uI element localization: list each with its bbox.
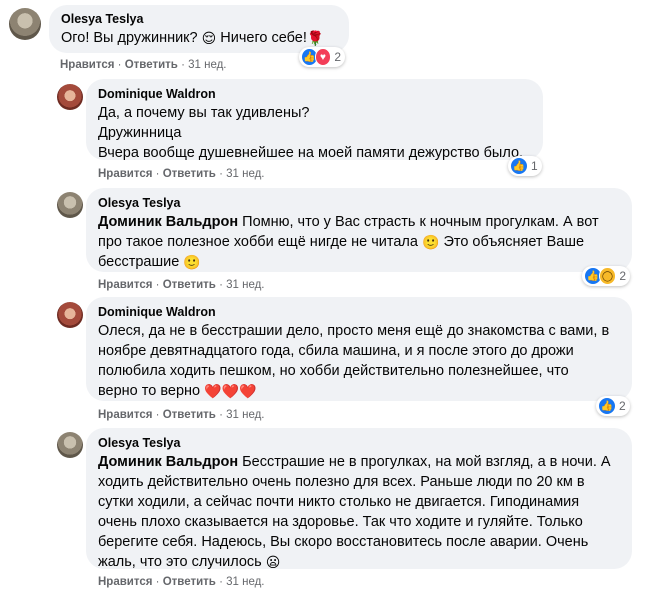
timestamp[interactable]: 31 нед. [226, 409, 264, 421]
like-icon: 👍 [510, 157, 528, 175]
comment-text-line: жаль, что это случилось 😦 [98, 552, 620, 572]
like-button[interactable]: Нравится [98, 576, 152, 588]
comment-text-line: Да, а почему вы так удивлены? [98, 105, 310, 121]
comment-text-line: берегите себя. Надеюсь, Вы скоро восстан… [98, 534, 589, 550]
like-icon: 👍 [598, 397, 616, 415]
separator: · [219, 168, 223, 180]
comment-bubble: Olesya Teslya Доминик Вальдрон Помню, чт… [86, 188, 632, 272]
timestamp[interactable]: 31 нед. [226, 279, 264, 291]
comment-text-part: про такое полезное хобби ещё нигде не чи… [98, 234, 418, 250]
comment-text-line: Доминик Вальдрон Помню, что у Вас страст… [98, 212, 620, 232]
timestamp[interactable]: 31 нед. [226, 576, 264, 588]
separator: · [155, 279, 160, 291]
reply-button[interactable]: Ответить [163, 409, 216, 421]
separator: · [219, 279, 223, 291]
mention-link[interactable]: Доминик Вальдрон [98, 454, 238, 470]
comment-actions: Нравится · Ответить · 31 нед. [98, 408, 265, 422]
comment-author[interactable]: Olesya Teslya [98, 435, 620, 452]
comment-text-line: ходить действительно очень полезно для в… [98, 474, 585, 490]
smile-emoji-icon: 🙂 [421, 234, 440, 250]
comment-text-line: Олеся, да не в бесстрашии дело, просто м… [98, 323, 610, 339]
comment-text-part: верно то верно [98, 383, 201, 399]
comment-author[interactable]: Dominique Waldron [98, 86, 531, 103]
comment-author[interactable]: Olesya Teslya [61, 11, 337, 28]
separator: · [155, 409, 160, 421]
reply-button[interactable]: Ответить [163, 576, 216, 588]
comment-text: Ого! Вы дружинник? 😌 Ничего себе!🌹 [61, 28, 337, 48]
reactions-summary[interactable]: 👍 1 [508, 156, 542, 176]
mention-link[interactable]: Доминик Вальдрон [98, 214, 238, 230]
like-button[interactable]: Нравится [98, 168, 152, 180]
rose-emoji-icon: 🌹 [306, 30, 325, 46]
comment-actions: Нравится · Ответить · 31 нед. [60, 58, 227, 72]
comment-text-part: Бесстрашие не в прогулках, на мой взгляд… [242, 454, 611, 470]
like-button[interactable]: Нравится [98, 409, 152, 421]
comment-actions: Нравится · Ответить · 31 нед. [98, 278, 265, 292]
reactions-summary[interactable]: 👍 ◯ 2 [582, 266, 630, 286]
comment-text-line: ноябре девятнадцатого года, сбила машина… [98, 343, 574, 359]
comment-text-part: Ого! Вы дружинник? [61, 30, 198, 46]
separator: · [155, 576, 160, 588]
love-icon: ♥ [314, 48, 332, 66]
comment-bubble: Olesya Teslya Доминик Вальдрон Бесстраши… [86, 428, 632, 572]
reactions-summary[interactable]: 👍 ♥ 2 [299, 47, 345, 67]
separator: · [155, 168, 160, 180]
like-button[interactable]: Нравится [60, 59, 114, 71]
comment-text-line: полюбила ходить пешком, но хобби действи… [98, 363, 569, 379]
heart-emoji-icon: ❤️❤️❤️ [204, 383, 257, 399]
frown-emoji-icon: 😦 [265, 554, 281, 570]
reaction-count: 2 [619, 269, 626, 283]
reaction-count: 2 [334, 50, 341, 64]
comment-actions: Нравится · Ответить · 31 нед. [98, 167, 265, 181]
comment-text-part: Ничего себе! [220, 30, 307, 46]
timestamp[interactable]: 31 нед. [188, 59, 226, 71]
reply-button[interactable]: Ответить [125, 59, 178, 71]
comment-text-part: бесстрашие [98, 254, 180, 270]
comment-text-part: жаль, что это случилось [98, 554, 262, 570]
separator: · [219, 576, 223, 588]
comment-actions: Нравится · Ответить · 31 нед. [98, 575, 265, 589]
wow-icon: ◯ [598, 267, 617, 285]
comment-text-line: бесстрашие 🙂 [98, 252, 620, 272]
comment-text-line: верно то верно ❤️❤️❤️ [98, 381, 620, 401]
relieved-emoji-icon: 😌 [201, 30, 217, 46]
reaction-count: 1 [531, 159, 538, 173]
comment-author[interactable]: Dominique Waldron [98, 304, 620, 321]
like-button[interactable]: Нравится [98, 279, 152, 291]
comment-text-part: Помню, что у Вас страсть к ночным прогул… [242, 214, 599, 230]
comment-text-part: Это объясняет Ваше [443, 234, 585, 250]
separator: · [219, 409, 223, 421]
reply-button[interactable]: Ответить [163, 279, 216, 291]
avatar[interactable] [57, 192, 83, 218]
comment-bubble: Dominique Waldron Олеся, да не в бесстра… [86, 297, 632, 401]
comment-author[interactable]: Olesya Teslya [98, 195, 620, 212]
reply-button[interactable]: Ответить [163, 168, 216, 180]
timestamp[interactable]: 31 нед. [226, 168, 264, 180]
comment-text-line: Доминик Вальдрон Бесстрашие не в прогулк… [98, 452, 620, 472]
comment-text-line: про такое полезное хобби ещё нигде не чи… [98, 232, 620, 252]
comment-text-line: очень плохо сказывается на здоровье. Так… [98, 514, 583, 530]
comment-text-line: сутки ходили, а сейчас почти никто столь… [98, 494, 580, 510]
comment-bubble: Dominique Waldron Да, а почему вы так уд… [86, 79, 543, 161]
smile-emoji-icon: 🙂 [183, 254, 201, 270]
comment-bubble: Olesya Teslya Ого! Вы дружинник? 😌 Ничег… [49, 5, 349, 53]
avatar[interactable] [57, 432, 83, 458]
separator: · [117, 59, 122, 71]
separator: · [181, 59, 185, 71]
avatar[interactable] [57, 84, 83, 110]
reaction-count: 2 [619, 399, 626, 413]
comment-text-line: Дружинница [98, 125, 182, 141]
avatar[interactable] [57, 302, 83, 328]
reactions-summary[interactable]: 👍 2 [596, 396, 630, 416]
avatar[interactable] [9, 8, 41, 40]
comment-text-line: Вчера вообще душевнейшее на моей памяти … [98, 145, 524, 161]
